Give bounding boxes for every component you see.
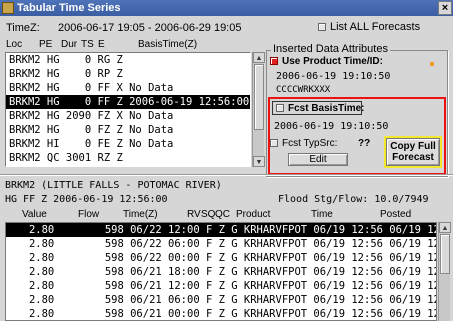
list-all-forecasts-label: List ALL Forecasts (330, 21, 421, 33)
scroll-up-icon[interactable]: ▲ (253, 52, 265, 63)
table-row[interactable]: 2.80 598 06/22 06:00 F Z G KRHARVFPOT 06… (6, 237, 436, 251)
copy-full-forecast-button[interactable]: Copy Full Forecast (386, 138, 440, 166)
header-loc: Loc (6, 39, 23, 50)
list-item[interactable]: BRKM2 HG 0 RP Z (6, 67, 250, 81)
col-product: Product (236, 209, 271, 220)
product-id-value[interactable]: CCCCWRKXXX (276, 85, 330, 95)
attributes-title: Inserted Data Attributes (271, 43, 390, 55)
use-product-time-label: Use Product Time/ID: (282, 56, 383, 67)
location-list[interactable]: BRKM2 HG 0 RG Z BRKM2 HG 0 RP Z BRKM2 HG 0… (5, 52, 251, 167)
list-item[interactable]: BRKM2 HG 0 FZ Z No Data (6, 123, 250, 137)
list-item[interactable]: BRKM2 HG 2090 FZ X No Data (6, 109, 250, 123)
series-description: HG FF Z 2006-06-19 12:56:00 (5, 194, 168, 205)
checkbox-icon (318, 23, 326, 32)
header-pe: PE (39, 39, 53, 50)
table-row[interactable]: 2.80 598 06/21 06:00 F Z G KRHARVFPOT 06… (6, 293, 436, 307)
fcst-basistime-value[interactable]: 2006-06-19 19:10:50 (274, 121, 388, 132)
copy-full-line1: Copy Full (390, 141, 436, 152)
table-row[interactable]: 2.80 598 06/21 18:00 F Z G KRHARVFPOT 06… (6, 265, 436, 279)
col-flow: Flow (78, 209, 100, 220)
app-icon (2, 2, 14, 14)
copy-full-line2: Forecast (392, 152, 434, 163)
fcst-typsrc-checkbox[interactable]: Fcst TypSrc: (270, 138, 337, 149)
checkbox-icon (270, 139, 278, 148)
fcst-typsrc-label: Fcst TypSrc: (282, 138, 338, 149)
header-basistime: BasisTime(Z) (138, 39, 198, 50)
time-series-table[interactable]: 2.80 598 06/22 12:00 F Z G KRHARVFPOT 06… (5, 222, 437, 321)
timez-label: TimeZ: (6, 22, 40, 34)
use-product-time-checkbox[interactable]: Use Product Time/ID: (270, 56, 383, 67)
scroll-thumb[interactable] (254, 64, 264, 130)
fcst-basistime-label: Fcst BasisTime: (288, 103, 365, 114)
table-scrollbar[interactable]: ▲ (438, 222, 451, 321)
edit-button[interactable]: Edit (288, 153, 348, 166)
flood-stage-flow: Flood Stg/Flow: 10.0/7949 (278, 194, 429, 205)
col-rv: RV (187, 209, 201, 220)
list-item[interactable]: BRKM2 HI 0 FE Z No Data (6, 137, 250, 151)
close-icon[interactable]: × (438, 1, 452, 15)
col-time: Time(Z) (123, 209, 158, 220)
header-ts: TS (81, 39, 94, 50)
col-value: Value (22, 209, 47, 220)
checked-checkbox-icon (270, 57, 278, 66)
table-row[interactable]: 2.80 598 06/22 12:00 F Z G KRHARVFPOT 06… (6, 223, 436, 237)
product-time-value[interactable]: 2006-06-19 19:10:50 (276, 71, 390, 82)
separator (0, 174, 453, 176)
checkbox-icon (276, 104, 284, 113)
col-sq: SQ (201, 209, 216, 220)
table-row[interactable]: 2.80 598 06/21 12:00 F Z G KRHARVFPOT 06… (6, 279, 436, 293)
col-qc: QC (215, 209, 230, 220)
station-description: BRKM2 (LITTLE FALLS - POTOMAC RIVER) (5, 180, 222, 191)
list-item[interactable]: BRKM2 HG 0 RG Z (6, 53, 250, 67)
marker-dot (430, 62, 434, 66)
timez-range: 2006-06-17 19:05 - 2006-06-29 19:05 (58, 22, 242, 34)
list-item[interactable]: BRKM2 QC 3001 RZ Z (6, 151, 250, 165)
col-posted: Posted (380, 209, 412, 220)
window-titlebar[interactable]: Tabular Time Series × (0, 0, 453, 16)
list-item[interactable]: BRKM2 HG 0 FF X No Data (6, 81, 250, 95)
scroll-up-icon[interactable]: ▲ (439, 222, 451, 233)
scroll-down-icon[interactable]: ▼ (253, 156, 265, 167)
window-title: Tabular Time Series (17, 2, 121, 14)
header-dur: Dur (61, 39, 78, 50)
list-all-forecasts-checkbox[interactable]: List ALL Forecasts (318, 21, 420, 33)
table-row[interactable]: 2.80 598 06/22 00:00 F Z G KRHARVFPOT 06… (6, 251, 436, 265)
table-row[interactable]: 2.80 598 06/21 00:00 F Z G KRHARVFPOT 06… (6, 307, 436, 320)
location-list-scrollbar[interactable]: ▲ ▼ (252, 52, 265, 167)
fcst-typsrc-value: ?? (358, 138, 371, 149)
col-product-time: Time (311, 209, 333, 220)
list-item[interactable]: BRKM2 HG 0 FF Z 2006-06-19 12:56:00 (6, 95, 250, 109)
fcst-basistime-checkbox[interactable]: Fcst BasisTime: (272, 101, 365, 115)
header-e: E (98, 39, 105, 50)
scroll-thumb[interactable] (440, 234, 450, 274)
